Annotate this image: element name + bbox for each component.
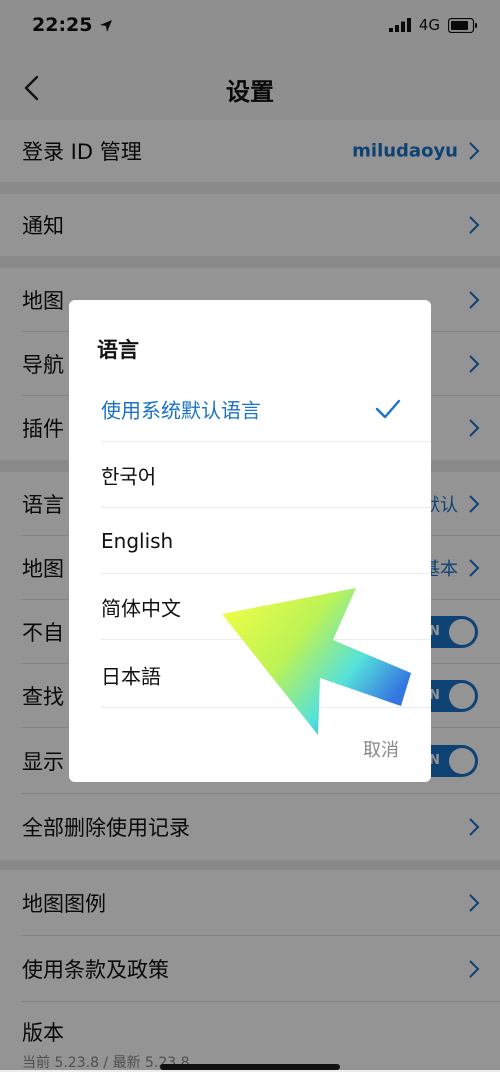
option-divider [101, 639, 431, 640]
option-label: 使用系统默认语言 [101, 398, 261, 423]
language-option-system[interactable]: 使用系统默认语言 [69, 376, 431, 442]
option-divider [101, 707, 431, 708]
cancel-button[interactable]: 取消 [363, 736, 399, 762]
home-indicator [160, 1064, 340, 1070]
checkmark-icon [375, 399, 401, 419]
option-label: 한국어 [101, 464, 157, 489]
language-dialog: 语言 使用系统默认语言 한국어 English 简体中文 日本語 取消 [69, 300, 431, 782]
language-option-japanese[interactable]: 日本語 [69, 642, 431, 708]
language-option-english[interactable]: English [69, 508, 431, 574]
language-option-korean[interactable]: 한국어 [69, 442, 431, 508]
dialog-title: 语言 [97, 338, 139, 362]
option-label: 日本語 [101, 664, 161, 689]
option-label: English [101, 529, 174, 553]
language-option-simplified-chinese[interactable]: 简体中文 [69, 574, 431, 640]
option-label: 简体中文 [101, 596, 181, 621]
